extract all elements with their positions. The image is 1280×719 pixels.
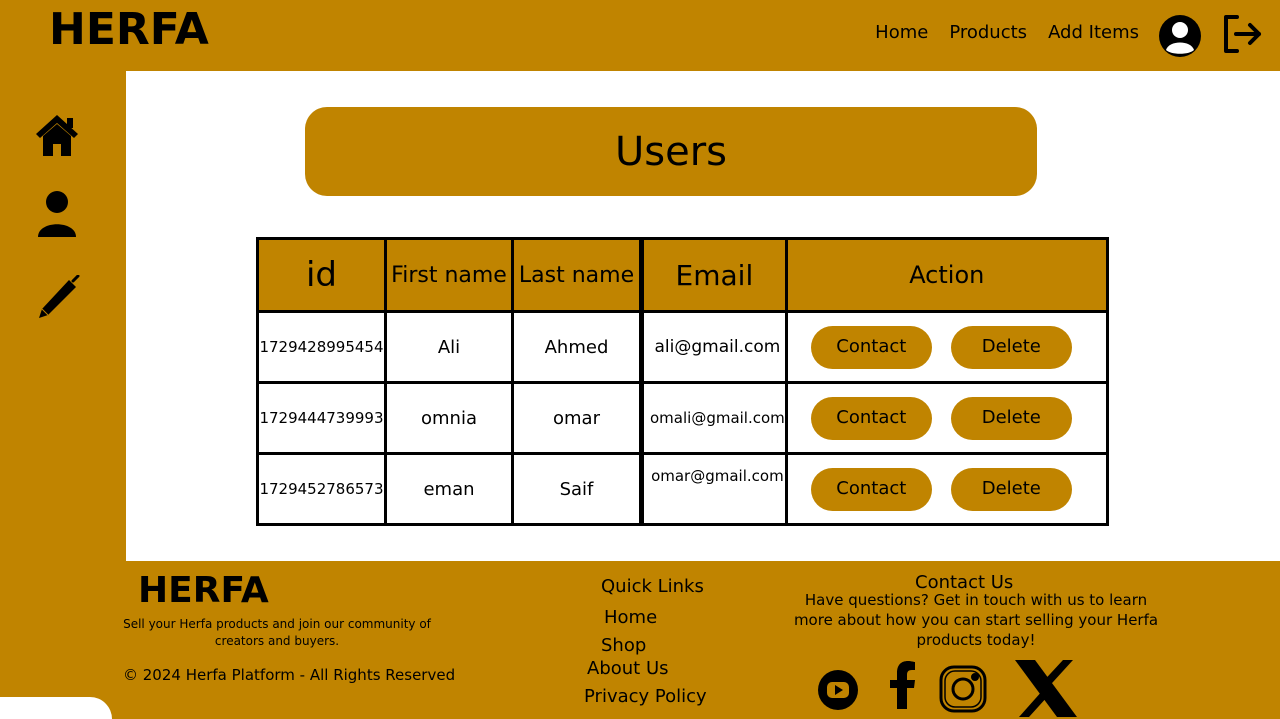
users-title-banner: Users — [305, 107, 1037, 196]
footer-link-about[interactable]: About Us — [587, 658, 669, 679]
user-avatar-icon[interactable] — [1158, 14, 1202, 58]
contact-button[interactable]: Contact — [810, 325, 932, 369]
table-row: 1729444739993 omnia omar omali@gmail.com… — [256, 381, 1109, 455]
table-header-row: id First name Last name Email Action — [256, 237, 1109, 313]
nav-products[interactable]: Products — [949, 22, 1027, 43]
table-row: 1729428995454 Ali Ahmed ali@gmail.com Co… — [256, 310, 1109, 384]
pen-icon[interactable] — [33, 274, 81, 323]
footer-link-home[interactable]: Home — [604, 607, 657, 628]
table-row: 1729452786573 eman Saif omar@gmail.com C… — [256, 452, 1109, 526]
header-bar: HERFA Home Products Add Items — [0, 0, 1280, 71]
footer-link-shop[interactable]: Shop — [601, 635, 646, 656]
home-icon[interactable] — [33, 112, 81, 160]
cell-email: omali@gmail.com — [639, 381, 788, 455]
page-title: Users — [614, 128, 727, 175]
cell-id: 1729428995454 — [256, 310, 387, 384]
cell-id: 1729444739993 — [256, 381, 387, 455]
delete-button[interactable]: Delete — [950, 325, 1072, 369]
nav-home[interactable]: Home — [875, 22, 928, 43]
cell-last-name: Saif — [511, 452, 643, 526]
cell-email: ali@gmail.com — [639, 310, 788, 384]
contact-button[interactable]: Contact — [810, 467, 932, 511]
cell-actions: Contact Delete — [784, 310, 1109, 384]
x-icon[interactable] — [1013, 660, 1079, 717]
column-header-action: Action — [784, 237, 1109, 313]
facebook-icon[interactable] — [890, 661, 916, 709]
footer-tagline: Sell your Herfa products and join our co… — [123, 617, 431, 648]
youtube-icon[interactable] — [817, 669, 859, 711]
brand-logo[interactable]: HERFA — [49, 3, 209, 57]
contact-button[interactable]: Contact — [810, 396, 932, 440]
top-nav: Home Products Add Items — [875, 22, 1139, 43]
delete-button[interactable]: Delete — [950, 396, 1072, 440]
user-icon[interactable] — [33, 190, 81, 238]
instagram-icon[interactable] — [938, 664, 988, 714]
column-header-last-name: Last name — [511, 237, 643, 313]
cell-first-name: omnia — [384, 381, 514, 455]
contact-us-text: Have questions? Get in touch with us to … — [793, 591, 1159, 649]
nav-add-items[interactable]: Add Items — [1048, 22, 1139, 43]
footer-link-privacy[interactable]: Privacy Policy — [584, 686, 707, 707]
column-header-first-name: First name — [384, 237, 514, 313]
footer-corner-cut — [0, 697, 112, 719]
footer-brand: HERFA — [138, 570, 269, 611]
users-table: id First name Last name Email Action 172… — [256, 237, 1109, 526]
column-header-email: Email — [639, 237, 788, 313]
cell-last-name: Ahmed — [511, 310, 643, 384]
logout-icon[interactable] — [1221, 13, 1263, 55]
cell-actions: Contact Delete — [784, 381, 1109, 455]
cell-email: omar@gmail.com — [639, 452, 788, 526]
footer-copyright: © 2024 Herfa Platform - All Rights Reser… — [123, 666, 456, 684]
cell-actions: Contact Delete — [784, 452, 1109, 526]
footer-left-block — [0, 561, 126, 719]
cell-first-name: Ali — [384, 310, 514, 384]
cell-id: 1729452786573 — [256, 452, 387, 526]
delete-button[interactable]: Delete — [950, 467, 1072, 511]
column-header-id: id — [256, 237, 387, 313]
cell-last-name: omar — [511, 381, 643, 455]
quick-links-title: Quick Links — [601, 576, 704, 597]
cell-first-name: eman — [384, 452, 514, 526]
